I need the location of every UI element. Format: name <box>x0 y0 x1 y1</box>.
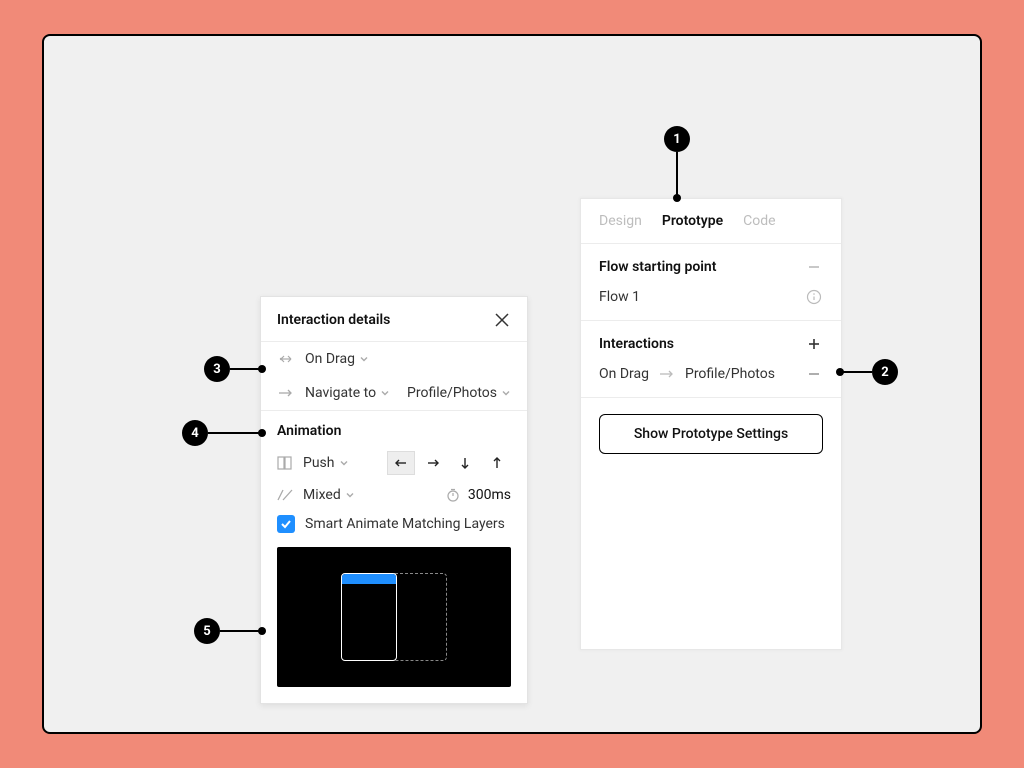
callout-dot <box>673 194 681 202</box>
remove-flow-button[interactable] <box>805 258 823 276</box>
easing-dropdown[interactable]: Mixed <box>303 487 355 503</box>
callout-pin <box>842 371 872 373</box>
panel-title: Interaction details <box>277 312 390 328</box>
interaction-row[interactable]: On Drag Profile/Photos <box>599 365 823 383</box>
animation-section-label: Animation <box>261 411 527 447</box>
drag-icon <box>277 350 295 368</box>
direction-left-button[interactable] <box>387 451 415 475</box>
tab-design[interactable]: Design <box>599 213 642 229</box>
animation-type-dropdown[interactable]: Push <box>303 455 349 471</box>
flow-name[interactable]: Flow 1 <box>599 289 640 305</box>
info-icon[interactable] <box>805 288 823 306</box>
trigger-label: On Drag <box>305 351 355 367</box>
smart-animate-label: Smart Animate Matching Layers <box>305 516 505 532</box>
callout-number: 2 <box>881 365 888 380</box>
tab-code[interactable]: Code <box>743 213 775 229</box>
push-animation-icon <box>277 455 293 471</box>
smart-animate-checkbox[interactable] <box>277 515 295 533</box>
interaction-target: Profile/Photos <box>685 366 775 382</box>
show-prototype-settings-label: Show Prototype Settings <box>634 426 788 442</box>
interactions-section: Interactions On Drag Profile/Photos <box>581 321 841 398</box>
flow-section: Flow starting point Flow 1 <box>581 244 841 321</box>
interaction-details-panel: Interaction details On Drag Navigate to <box>260 296 528 704</box>
add-interaction-button[interactable] <box>805 335 823 353</box>
callout-5: 5 <box>194 618 220 644</box>
animation-preview <box>277 547 511 687</box>
prototype-sidebar: Design Prototype Code Flow starting poin… <box>580 198 842 650</box>
callout-dot <box>258 627 266 635</box>
callout-4: 4 <box>182 420 208 446</box>
callout-number: 3 <box>213 362 220 377</box>
callout-dot <box>258 365 266 373</box>
preview-frame-outgoing <box>391 573 447 661</box>
callout-pin <box>208 432 260 434</box>
interactions-header: Interactions <box>599 336 674 352</box>
callout-2: 2 <box>872 359 898 385</box>
tab-prototype[interactable]: Prototype <box>662 213 723 229</box>
clock-icon <box>446 488 460 502</box>
arrow-right-icon <box>277 384 295 402</box>
easing-icon <box>277 488 293 502</box>
callout-pin <box>676 152 678 196</box>
callout-pin <box>220 630 260 632</box>
action-dropdown[interactable]: Navigate to <box>305 385 390 401</box>
interaction-trigger: On Drag <box>599 366 649 382</box>
direction-down-button[interactable] <box>451 451 479 475</box>
callout-1: 1 <box>664 126 690 152</box>
direction-right-button[interactable] <box>419 451 447 475</box>
callout-dot <box>836 368 844 376</box>
remove-interaction-button[interactable] <box>805 365 823 383</box>
direction-group <box>387 451 511 475</box>
callout-dot <box>258 429 266 437</box>
callout-number: 4 <box>191 426 198 441</box>
canvas-frame: Interaction details On Drag Navigate to <box>42 34 982 734</box>
action-target-dropdown[interactable]: Profile/Photos <box>407 385 511 401</box>
flow-section-header: Flow starting point <box>599 259 716 275</box>
preview-frame-incoming <box>341 573 397 661</box>
arrow-right-icon <box>659 369 675 379</box>
duration-value[interactable]: 300ms <box>468 487 511 503</box>
callout-3: 3 <box>204 356 230 382</box>
close-icon[interactable] <box>493 311 511 329</box>
callout-pin <box>230 368 260 370</box>
callout-number: 1 <box>673 132 680 147</box>
direction-up-button[interactable] <box>483 451 511 475</box>
show-prototype-settings-button[interactable]: Show Prototype Settings <box>599 414 823 454</box>
animation-type-label: Push <box>303 455 335 471</box>
action-target-label: Profile/Photos <box>407 385 497 401</box>
action-label: Navigate to <box>305 385 376 401</box>
trigger-dropdown[interactable]: On Drag <box>305 351 369 367</box>
sidebar-tabs: Design Prototype Code <box>581 199 841 244</box>
easing-label: Mixed <box>303 487 341 503</box>
callout-number: 5 <box>203 624 210 639</box>
